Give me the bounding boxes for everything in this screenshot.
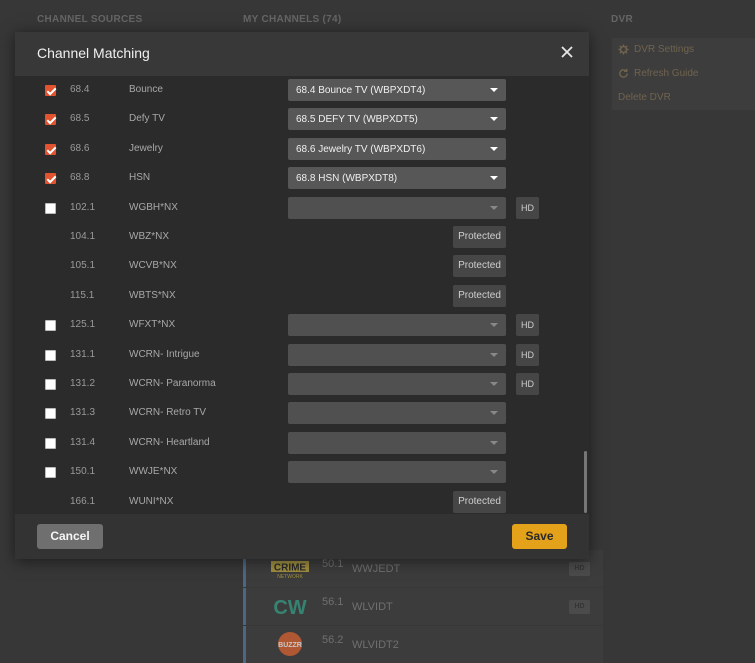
row-checkbox[interactable] [45,320,56,332]
channel-name: WCRN- Intrigue [129,348,200,360]
row-checkbox[interactable] [45,349,56,361]
channel-number: 131.1 [70,348,96,360]
hd-toggle-button[interactable]: HD [516,314,539,337]
chevron-down-icon [490,176,498,181]
chevron-down-icon [490,440,498,445]
channel-number: 68.4 [70,84,90,95]
chevron-down-icon [490,352,498,357]
guide-channel-select[interactable]: 68.4 Bounce TV (WBPXDT4) [288,79,506,101]
guide-channel-select[interactable] [288,373,506,395]
row-checkbox[interactable] [45,173,56,185]
channel-match-row: 68.4 Bounce 68.4 Bounce TV (WBPXDT4) [15,76,589,105]
channel-name: HSN [129,172,151,184]
channel-name: Defy TV [129,113,165,125]
channel-number: 68.5 [70,113,90,125]
channel-name: WCVB*NX [129,260,177,272]
channel-match-row: 105.1 WCVB*NX Protected [15,252,589,281]
row-checkbox[interactable] [45,379,56,390]
guide-channel-select[interactable] [288,461,506,484]
chevron-down-icon [490,146,498,151]
selected-guide-channel: 68.8 HSN (WBPXDT8) [296,173,398,185]
guide-channel-select[interactable] [288,196,506,219]
chevron-down-icon [490,470,498,475]
chevron-down-icon [490,117,498,122]
modal-footer: Cancel Save [15,514,589,559]
channel-number: 166.1 [70,495,96,507]
guide-channel-select[interactable] [288,431,506,454]
channel-name: WCRN- Retro TV [129,407,207,419]
channel-name: WWJE*NX [129,466,178,478]
channel-match-row: 115.1 WBTS*NX Protected [15,282,589,311]
protected-badge: Protected [453,226,506,248]
channel-name: WFXT*NX [129,319,176,331]
guide-channel-select[interactable]: 68.6 Jewelry TV (WBPXDT6) [288,137,506,160]
row-checkbox[interactable] [45,467,56,479]
channel-name: WBZ*NX [129,231,169,242]
channel-match-row: 102.1 WGBH*NX HD [15,194,589,223]
channel-match-row: 131.1 WCRN- Intrigue HD [15,341,589,370]
chevron-down-icon [490,411,498,416]
row-checkbox[interactable] [45,143,56,155]
channel-match-row: 150.1 WWJE*NX [15,458,589,487]
channel-number: 131.2 [70,378,96,389]
channel-match-row: 131.2 WCRN- Paranorma HD [15,370,589,399]
channel-name: Jewelry [129,142,163,154]
scrollbar[interactable] [584,451,587,513]
channel-match-row: 68.5 Defy TV 68.5 DEFY TV (WBPXDT5) [15,105,589,134]
channel-number: 125.1 [70,319,96,331]
hd-toggle-button[interactable]: HD [516,196,539,219]
channel-number: 131.4 [70,436,96,448]
selected-guide-channel: 68.4 Bounce TV (WBPXDT4) [296,85,426,96]
guide-channel-select[interactable]: 68.8 HSN (WBPXDT8) [288,167,506,190]
guide-channel-select[interactable] [288,343,506,366]
channel-number: 104.1 [70,231,96,242]
channel-match-row: 131.4 WCRN- Heartland [15,429,589,458]
channel-matching-modal: Channel Matching 68.4 Bounce 68.4 Bounce T… [15,32,589,559]
channel-name: WCRN- Heartland [129,436,210,448]
channel-match-row: 125.1 WFXT*NX HD [15,311,589,340]
selected-guide-channel: 68.6 Jewelry TV (WBPXDT6) [296,143,426,155]
channel-name: WCRN- Paranorma [129,378,216,389]
chevron-down-icon [490,205,498,210]
channel-number: 131.3 [70,407,96,419]
row-checkbox[interactable] [45,202,56,214]
channel-match-row: 68.6 Jewelry 68.6 Jewelry TV (WBPXDT6) [15,135,589,164]
channel-number: 115.1 [70,289,95,301]
modal-header: Channel Matching [15,32,589,76]
modal-title: Channel Matching [37,45,150,61]
chevron-down-icon [490,382,498,386]
save-button[interactable]: Save [512,524,567,549]
channel-number: 68.8 [70,172,90,184]
channel-match-row: 104.1 WBZ*NX Protected [15,223,589,252]
guide-channel-select[interactable] [288,314,506,337]
selected-guide-channel: 68.5 DEFY TV (WBPXDT5) [296,114,418,126]
channel-name: WBTS*NX [129,289,176,301]
row-checkbox[interactable] [45,114,56,126]
channel-match-row: 166.1 WUNI*NX Protected [15,488,589,514]
guide-channel-select[interactable] [288,402,506,425]
channel-number: 150.1 [70,466,96,478]
cancel-button[interactable]: Cancel [37,524,103,549]
channel-number: 68.6 [70,142,90,154]
chevron-down-icon [490,88,498,92]
row-checkbox[interactable] [45,437,56,449]
channel-name: Bounce [129,84,163,95]
protected-badge: Protected [453,490,506,513]
hd-toggle-button[interactable]: HD [516,343,539,366]
guide-channel-select[interactable]: 68.5 DEFY TV (WBPXDT5) [288,108,506,131]
chevron-down-icon [490,323,498,328]
channel-match-row: 131.3 WCRN- Retro TV [15,399,589,428]
close-icon[interactable] [559,44,575,60]
row-checkbox[interactable] [45,85,56,96]
channel-number: 105.1 [70,260,96,272]
channel-number: 102.1 [70,201,96,213]
hd-toggle-button[interactable]: HD [516,373,539,395]
channel-name: WGBH*NX [129,201,178,213]
channel-name: WUNI*NX [129,495,174,507]
channel-match-row: 68.8 HSN 68.8 HSN (WBPXDT8) [15,164,589,193]
protected-badge: Protected [453,255,506,278]
channel-match-list: 68.4 Bounce 68.4 Bounce TV (WBPXDT4) 68.5 De… [15,76,589,514]
row-checkbox[interactable] [45,408,56,420]
protected-badge: Protected [453,284,506,307]
